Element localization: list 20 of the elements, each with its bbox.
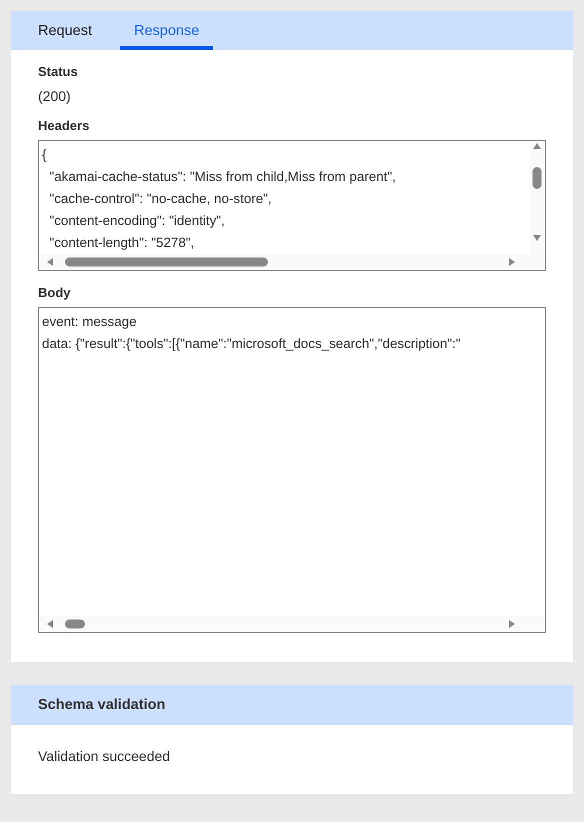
validation-message: Validation succeeded xyxy=(37,747,172,766)
horizontal-scrollbar[interactable] xyxy=(39,254,544,270)
code-line: "cache-control": "no-cache, no-store", xyxy=(48,190,273,208)
tab[interactable]: Request xyxy=(24,11,106,50)
horizontal-scrollbar[interactable] xyxy=(39,616,544,632)
body-label: Body xyxy=(38,285,72,300)
section-title: Schema validation xyxy=(38,697,166,713)
tab[interactable]: Response xyxy=(120,11,214,50)
status-value: (200) xyxy=(38,88,72,104)
status-label: Status xyxy=(38,64,79,79)
code-line: event: message xyxy=(42,313,138,331)
code-line: "content-encoding": "identity", xyxy=(48,212,226,230)
headers-text-area[interactable]: { "akamai-cache-status": "Miss from child,Miss from parent", "cache-control": "no-cache, no-store", "content-encoding": "identity", "content-length": "5278", xyxy=(38,140,546,271)
code-line: { xyxy=(42,146,48,164)
headers-label: Headers xyxy=(38,118,90,133)
code-line: "content-length": "5278", xyxy=(48,234,196,252)
vertical-scrollbar[interactable] xyxy=(529,141,545,254)
body-text-area[interactable]: event: message data: {"result":{"tools":[{"name":"microsoft_docs_search","description":" xyxy=(38,307,546,633)
code-line: "akamai-cache-status": "Miss from child,Miss from parent", xyxy=(48,168,397,186)
code-line: data: {"result":{"tools":[{"name":"microsoft_docs_search","description":" xyxy=(42,335,462,353)
